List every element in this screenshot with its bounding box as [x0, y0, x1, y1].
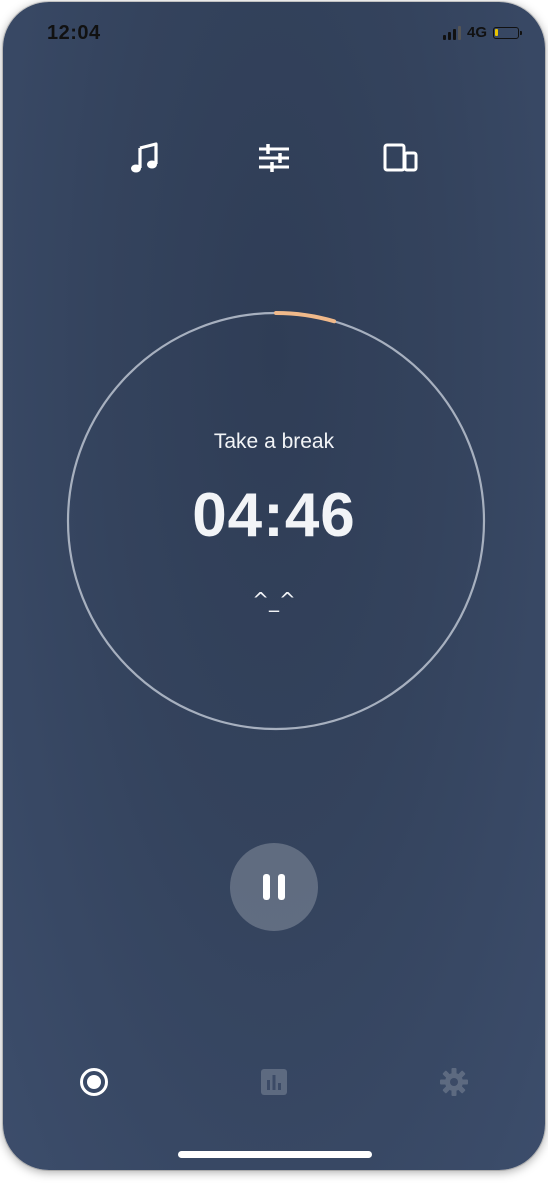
music-note-icon[interactable]	[125, 138, 165, 178]
timer-readout: 04:46	[192, 481, 356, 550]
pause-icon-bar	[278, 874, 285, 900]
session-label: Take a break	[213, 430, 335, 453]
battery-icon	[493, 26, 522, 39]
signal-icon	[442, 25, 461, 40]
status-indicators: 4G	[442, 24, 522, 41]
nav-bar-chart-icon[interactable]	[256, 1064, 292, 1100]
phone-screen: 12:04 4G Take a break 04:46 ^_^	[3, 2, 545, 1170]
pause-button[interactable]	[230, 843, 318, 931]
devices-icon[interactable]	[381, 138, 421, 178]
nav-timer-record-icon[interactable]	[76, 1064, 112, 1100]
timer-progress-arc	[274, 311, 337, 324]
pause-icon	[263, 874, 270, 900]
home-indicator[interactable]	[178, 1151, 372, 1158]
network-type: 4G	[466, 24, 487, 41]
emoticon-text: ^_^	[252, 588, 296, 612]
sliders-icon[interactable]	[254, 138, 294, 178]
nav-gear-icon[interactable]	[436, 1064, 472, 1100]
status-time: 12:04	[47, 22, 101, 44]
